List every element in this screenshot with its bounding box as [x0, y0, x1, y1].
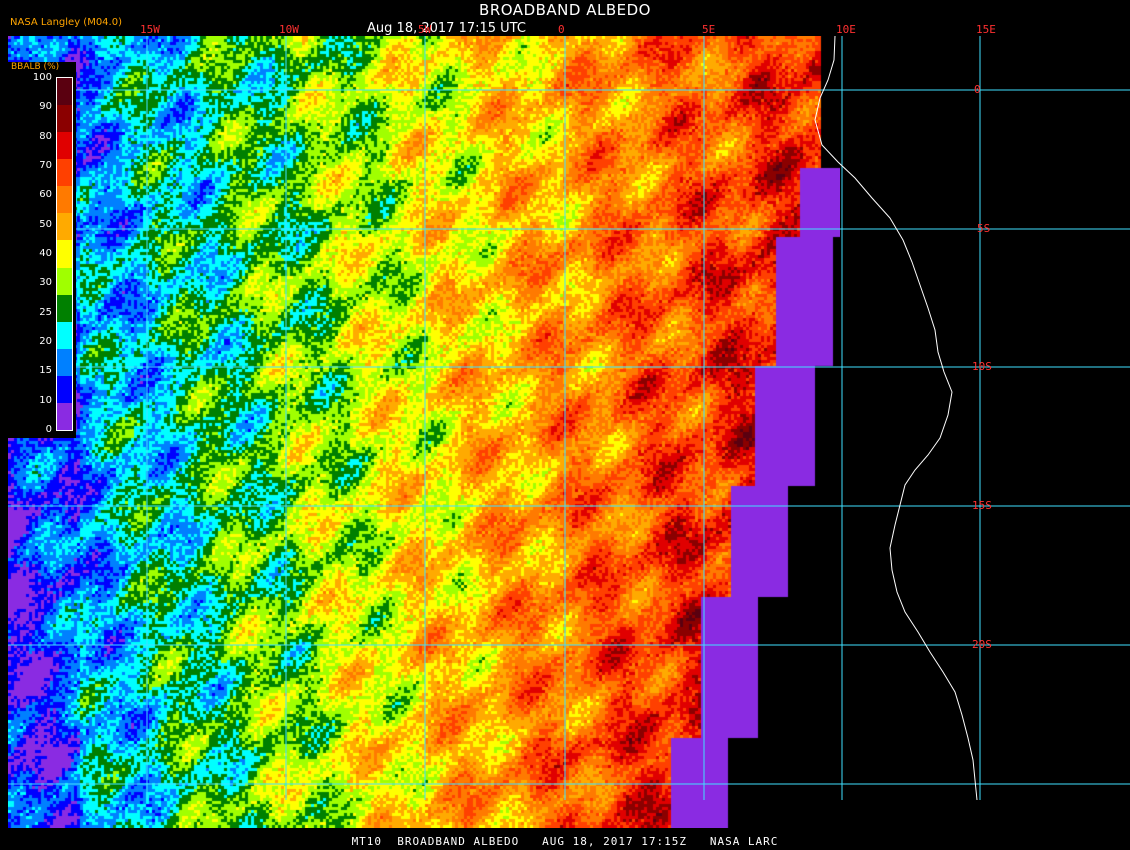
legend-swatch: [57, 186, 72, 214]
lat-label-0: 0: [974, 83, 981, 96]
legend-swatch: [57, 132, 72, 160]
coastline: [814, 35, 978, 801]
legend-swatch: [57, 105, 72, 133]
footer-caption: MT10 BROADBAND ALBEDO AUG 18, 2017 17:15…: [351, 835, 779, 848]
map-timestamp: Aug 18, 2017 17:15 UTC: [367, 21, 526, 36]
legend-tick-label: 30: [39, 277, 52, 289]
legend-swatch: [57, 213, 72, 241]
map-overlay: [8, 35, 1130, 801]
legend-tick-label: 15: [39, 365, 52, 377]
legend-tick-label: 10: [39, 394, 52, 406]
legend-tick-label: 25: [39, 306, 52, 318]
legend-tick-label: 90: [39, 101, 52, 113]
legend-swatch: [57, 159, 72, 187]
legend-swatch: [57, 78, 72, 106]
lon-label-15w: 15W: [140, 23, 160, 36]
legend-swatch: [57, 321, 72, 350]
legend-tick-label: 60: [39, 189, 52, 201]
legend-tick-label: 70: [39, 160, 52, 171]
legend-swatch: [57, 402, 72, 431]
legend-swatch: [57, 375, 72, 404]
lat-label-10s: 10S: [972, 360, 992, 373]
lat-lon-grid: [8, 36, 1130, 800]
lat-label-15s: 15S: [972, 499, 992, 512]
lon-label-0: 0: [558, 23, 565, 36]
lon-label-5w: 5W: [418, 23, 432, 36]
lon-label-5e: 5E: [702, 23, 716, 36]
legend-tick-label: 40: [39, 248, 52, 259]
legend-tick-label: 50: [39, 218, 52, 230]
lat-label-5s: 5S: [977, 222, 991, 235]
producer-label: NASA Langley (M04.0): [10, 17, 122, 28]
legend-tick-label: 100: [32, 72, 52, 83]
lat-label-20s: 20S: [972, 638, 992, 651]
legend-title: BBALB (%): [11, 62, 60, 72]
lon-label-10e: 10E: [836, 23, 856, 36]
legend-tick-label: 20: [39, 336, 52, 347]
lon-label-15e: 15E: [976, 23, 996, 36]
legend-tick-label: 80: [39, 130, 52, 142]
color-legend: BBALB (%) 100 90 80 70 60 50 40 30 25 20 15 10 0: [8, 62, 76, 438]
legend-tick-label: 0: [45, 424, 52, 435]
map-title: BROADBAND ALBEDO: [479, 1, 651, 19]
legend-swatch: [57, 294, 72, 323]
map-viewer: BROADBAND ALBEDO Aug 18, 2017 17:15 UTC …: [0, 0, 1130, 850]
legend-colorbar: [56, 77, 73, 431]
legend-swatch: [57, 240, 72, 269]
legend-swatch: [57, 348, 72, 377]
lon-label-10w: 10W: [279, 23, 299, 36]
legend-swatch: [57, 267, 72, 296]
